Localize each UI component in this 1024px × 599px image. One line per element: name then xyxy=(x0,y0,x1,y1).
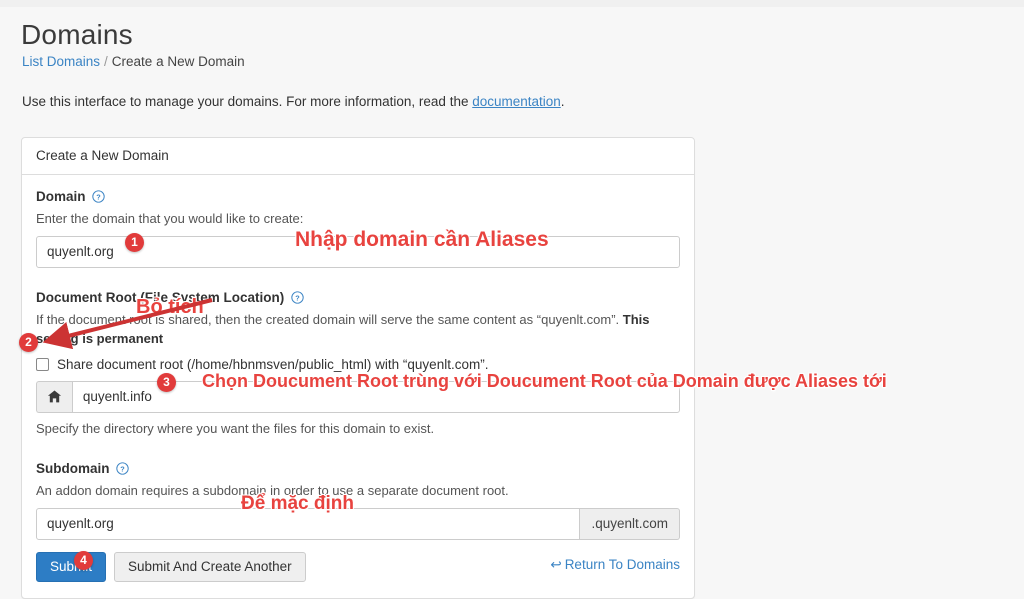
document-root-hint: If the document root is shared, then the… xyxy=(36,310,680,349)
return-to-domains-label: Return To Domains xyxy=(565,557,680,572)
subdomain-suffix: .quyenlt.com xyxy=(580,508,680,540)
subdomain-field-label: Subdomain ? xyxy=(36,461,680,478)
domain-input[interactable] xyxy=(36,236,680,268)
card-body: Domain ? Enter the domain that you would… xyxy=(22,175,694,540)
card-footer: Submit Submit And Create Another ↩ Return… xyxy=(22,540,694,598)
page-title: Domains xyxy=(21,19,133,51)
question-circle-icon[interactable]: ? xyxy=(116,462,129,478)
spacer-after-document-root xyxy=(36,445,680,461)
share-document-root-checkbox[interactable] xyxy=(36,358,49,371)
domain-input-wrap xyxy=(36,236,680,268)
subdomain-input[interactable] xyxy=(36,508,580,540)
breadcrumb-current: Create a New Domain xyxy=(112,54,245,69)
svg-text:?: ? xyxy=(97,192,102,201)
document-root-input[interactable] xyxy=(72,381,680,413)
page-container: Domains List Domains / Create a New Domain… xyxy=(0,7,1024,599)
intro-text-after: . xyxy=(561,94,565,109)
domain-label-text: Domain xyxy=(36,189,86,204)
document-root-hint-part1: If the document root is shared, then the… xyxy=(36,312,623,327)
svg-text:?: ? xyxy=(295,293,300,302)
create-domain-card: Create a New Domain Domain ? Enter the d… xyxy=(21,137,695,599)
intro-text: Use this interface to manage your domain… xyxy=(22,94,565,109)
document-root-input-group xyxy=(36,381,680,413)
document-root-field-label: Document Root (File System Location) ? xyxy=(36,290,680,307)
breadcrumb: List Domains / Create a New Domain xyxy=(22,54,245,69)
back-arrow-icon: ↩ xyxy=(550,557,561,572)
breadcrumb-link-list-domains[interactable]: List Domains xyxy=(22,54,100,69)
document-root-footer-hint: Specify the directory where you want the… xyxy=(36,419,680,439)
subdomain-label-text: Subdomain xyxy=(36,461,110,476)
document-root-label-text: Document Root (File System Location) xyxy=(36,290,284,305)
share-document-root-label: Share document root (/home/hbnmsven/publ… xyxy=(57,357,488,372)
submit-and-create-another-button[interactable]: Submit And Create Another xyxy=(114,552,306,582)
spacer-after-domain xyxy=(36,268,680,290)
share-document-root-row[interactable]: Share document root (/home/hbnmsven/publ… xyxy=(36,357,680,372)
intro-text-before: Use this interface to manage your domain… xyxy=(22,94,472,109)
documentation-link[interactable]: documentation xyxy=(472,94,561,109)
svg-text:?: ? xyxy=(121,464,126,473)
subdomain-input-group: .quyenlt.com xyxy=(36,508,680,540)
domain-field-label: Domain ? xyxy=(36,189,680,206)
question-circle-icon[interactable]: ? xyxy=(92,190,105,206)
domain-field-hint: Enter the domain that you would like to … xyxy=(36,209,680,229)
return-to-domains-link[interactable]: ↩ Return To Domains xyxy=(550,557,680,573)
breadcrumb-separator: / xyxy=(104,54,108,69)
home-icon xyxy=(36,381,72,413)
subdomain-hint: An addon domain requires a subdomain in … xyxy=(36,481,680,501)
submit-button[interactable]: Submit xyxy=(36,552,106,582)
question-circle-icon[interactable]: ? xyxy=(291,291,304,307)
card-header-title: Create a New Domain xyxy=(22,138,694,175)
